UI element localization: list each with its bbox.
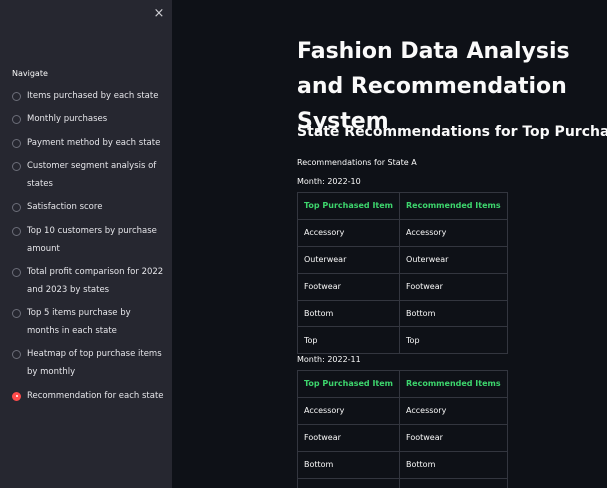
table-cell: Outerwear [399,477,508,488]
nav-radio-option[interactable]: Monthly purchases [12,111,164,129]
table-row: OuterwearOuterwear [296,477,508,488]
table-cell: Bottom [296,450,401,479]
radio-unselected-icon[interactable] [12,138,21,148]
recommendations-state-label: Recommendations for State A [297,158,417,167]
table-cell: Footwear [399,423,508,452]
radio-unselected-icon[interactable] [12,92,21,101]
navigation-radio-group: Items purchased by each state Monthly pur… [12,88,164,411]
nav-radio-label: Items purchased by each state [27,91,159,101]
sidebar: × Navigate Items purchased by each state… [0,0,172,488]
table-cell: Accessory [399,218,508,247]
table-cell: Bottom [399,299,508,328]
table-cell: Footwear [296,272,401,301]
radio-unselected-icon[interactable] [12,350,21,360]
nav-radio-option[interactable]: Top 10 customers by purchase amount [12,223,164,259]
nav-radio-option[interactable]: Items purchased by each state [12,88,164,106]
radio-unselected-icon[interactable] [12,115,21,125]
radio-selected-icon[interactable] [12,391,21,401]
month-label: Month: 2022-11 [297,355,361,364]
nav-radio-label: Total profit comparison for 2022 and 202… [27,266,164,295]
table-cell: Accessory [296,218,401,247]
nav-radio-label: Payment method by each state [27,137,161,148]
radio-unselected-icon[interactable] [12,309,21,319]
close-sidebar-button[interactable]: × [152,6,166,22]
table-row: Accessory Accessory [296,218,508,247]
radio-unselected-icon[interactable] [12,162,21,172]
nav-radio-option[interactable]: Total profit comparison for 2022 and 202… [12,264,164,300]
column-header-recommended[interactable]: Recommended Items [399,192,508,220]
nav-radio-label: Heatmap of top purchase items by monthly [27,349,162,378]
table-row: OuterwearOuterwear [296,245,508,274]
table-cell: Accessory [296,396,401,425]
table-row: Bottom Bottom [296,450,508,479]
table-cell: Outerwear [399,245,508,274]
table-cell: Top [399,326,508,355]
table-row: Footwear Footwear [296,423,508,452]
app: × Navigate Items purchased by each state… [0,0,607,488]
column-header-recommended[interactable]: Recommended Items [399,370,508,398]
table-cell: Footwear [296,423,401,452]
nav-radio-label: Satisfaction score [27,202,103,213]
nav-radio-label: Top 5 items purchase by months in each s… [27,308,131,336]
nav-radio-option[interactable]: Recommendation for each state [12,388,164,406]
column-header-top-purchased[interactable]: Top Purchased Item [296,192,401,220]
close-icon: × [153,6,165,21]
table-row: Accessory Accessory [296,396,508,425]
table-cell: Top [296,326,401,355]
nav-radio-option[interactable]: Satisfaction score [12,199,164,217]
table-header-row: Top Purchased Item Recommended Items [296,192,508,220]
nav-radio-option[interactable]: Customer segment analysis of states [12,158,164,194]
table-cell: Footwear [399,272,508,301]
nav-radio-option[interactable]: Payment method by each state [12,135,164,153]
nav-radio-label: Customer segment analysis of states [27,161,157,189]
column-header-top-purchased[interactable]: Top Purchased Item [296,370,401,398]
table-cell: Outerwear [296,477,401,488]
section-subtitle: State Recommendations for Top Purchased … [297,124,607,140]
recommendation-table: Top Purchased Item Recommended Items Acc… [296,192,508,355]
nav-radio-label: Recommendation for each state [27,390,164,401]
radio-unselected-icon[interactable] [12,226,21,236]
nav-radio-label: Top 10 customers by purchase amount [27,225,157,254]
main-content: Fashion Data Analysis and Recommendation… [172,0,607,488]
month-label: Month: 2022-10 [297,177,361,186]
table-row: Top Top [296,326,508,355]
table-row: Bottom Bottom [296,299,508,328]
recommendation-table: Top Purchased Item Recommended Items Acc… [296,370,508,488]
nav-radio-label: Monthly purchases [27,114,108,125]
radio-unselected-icon[interactable] [12,267,21,277]
radio-unselected-icon[interactable] [12,203,21,213]
table-cell: Outerwear [296,245,401,274]
table-cell: Bottom [399,450,508,479]
table-cell: Accessory [399,396,508,425]
navigate-label: Navigate [12,69,48,78]
nav-radio-option[interactable]: Top 5 items purchase by months in each s… [12,305,164,341]
table-row: Footwear Footwear [296,272,508,301]
table-cell: Bottom [296,299,401,328]
table-header-row: Top Purchased Item Recommended Items [296,370,508,398]
nav-radio-option[interactable]: Heatmap of top purchase items by monthly [12,346,164,382]
